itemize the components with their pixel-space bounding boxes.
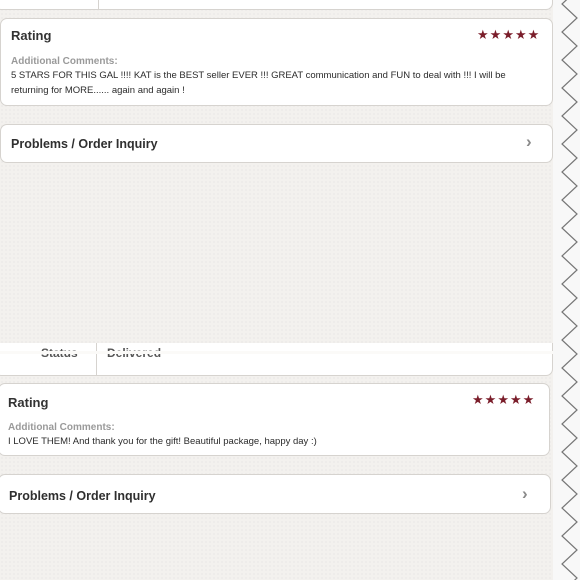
chevron-right-icon: › (522, 484, 528, 503)
screenshot-seam (0, 351, 553, 354)
rating-title: Rating (11, 28, 52, 43)
star-icon: ★ (527, 27, 541, 42)
star-icon: ★ (472, 392, 485, 407)
star-icon: ★ (509, 392, 523, 407)
status-card-partial: Status Delivered (0, 343, 553, 376)
comments-label: Additional Comments: (8, 422, 115, 433)
rating-title: Rating (8, 395, 49, 410)
star-icon: ★ (502, 27, 515, 42)
rating-card: Rating ★★★★★ Additional Comments: 5 STAR… (0, 18, 553, 106)
star-icon: ★ (477, 27, 490, 42)
table-divider (96, 343, 97, 375)
comments-label: Additional Comments: (11, 56, 118, 67)
star-icon: ★ (489, 27, 503, 42)
problems-order-inquiry-row[interactable]: Problems / Order Inquiry › (0, 124, 553, 163)
table-divider (98, 0, 99, 9)
problems-order-inquiry-row[interactable]: Problems / Order Inquiry › (0, 474, 551, 514)
star-rating: ★★★★★ (477, 27, 540, 43)
problems-label: Problems / Order Inquiry (11, 137, 158, 151)
order-details-page: Rating ★★★★★ Additional Comments: 5 STAR… (0, 0, 553, 580)
comments-text: I LOVE THEM! And thank you for the gift!… (8, 436, 317, 447)
rating-card: Rating ★★★★★ Additional Comments: I LOVE… (0, 383, 550, 456)
chevron-right-icon: › (526, 132, 532, 151)
star-icon: ★ (497, 392, 510, 407)
problems-label: Problems / Order Inquiry (9, 489, 156, 503)
zigzag-border (553, 0, 580, 580)
star-rating: ★★★★★ (472, 392, 535, 408)
star-icon: ★ (484, 392, 498, 407)
status-card-partial (0, 0, 553, 10)
star-icon: ★ (514, 27, 528, 42)
star-icon: ★ (522, 392, 536, 407)
comments-text: 5 STARS FOR THIS GAL !!!! KAT is the BES… (11, 70, 506, 96)
